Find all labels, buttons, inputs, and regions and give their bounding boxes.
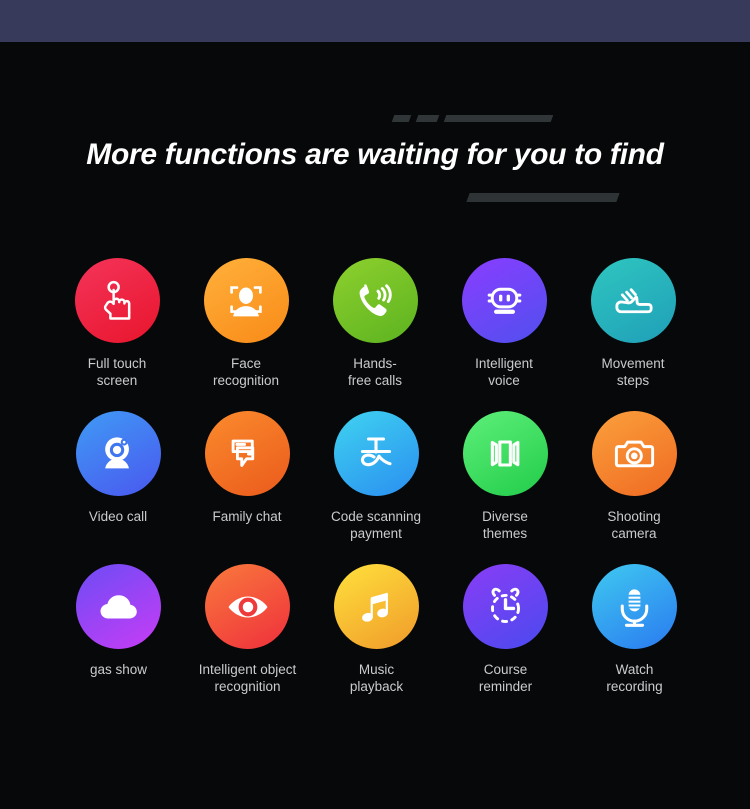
feature-item-touch-hand[interactable]: Full touch screen <box>53 258 182 389</box>
feature-label-line: screen <box>96 372 138 388</box>
touch-hand-icon <box>94 278 140 324</box>
decoration-dash-short <box>391 115 412 122</box>
decoration-dash-wide <box>466 193 620 202</box>
feature-label-line: recognition <box>214 678 281 694</box>
music-note-icon <box>354 584 399 629</box>
robot-voice-icon-circle[interactable] <box>461 258 547 343</box>
feature-label-line: reminder <box>478 678 533 694</box>
decoration-dash-long <box>443 115 554 122</box>
feature-label: Intelligent voice <box>440 356 569 389</box>
feature-label-line: voice <box>488 372 520 388</box>
feature-label: Music playback <box>312 662 441 695</box>
feature-item-carousel-themes[interactable]: Diverse themes <box>441 411 570 542</box>
alarm-clock-icon-circle[interactable] <box>463 564 548 649</box>
feature-label-line: Music <box>358 662 395 677</box>
feature-label: Family chat <box>212 509 282 524</box>
decoration-bottom <box>466 193 620 202</box>
feature-label-line: Full touch <box>87 356 147 371</box>
feature-label: Face recognition <box>182 356 311 389</box>
chat-bubble-icon-circle[interactable] <box>204 411 290 496</box>
eye-icon-circle[interactable] <box>205 564 290 649</box>
microphone-icon-circle[interactable] <box>592 564 677 649</box>
alipay-scan-icon-circle[interactable] <box>333 411 419 496</box>
feature-row: Full touch screen Face recognition Hands-f… <box>0 258 750 389</box>
feature-label: Watch recording <box>570 662 699 695</box>
feature-item-music-note[interactable]: Music playback <box>312 564 441 695</box>
feature-label: Intelligent object recognition <box>183 662 312 695</box>
carousel-themes-icon <box>482 431 528 477</box>
music-note-icon-circle[interactable] <box>334 564 419 649</box>
feature-label: Full touch screen <box>53 356 182 389</box>
microphone-icon <box>611 583 658 630</box>
feature-label-line: free calls <box>347 372 403 388</box>
feature-label-line: Shooting <box>607 509 661 524</box>
feature-label-line: themes <box>482 525 528 541</box>
carousel-themes-icon-circle[interactable] <box>462 411 548 496</box>
cloud-icon <box>95 583 143 631</box>
feature-label-line: Course <box>483 662 528 677</box>
feature-label: Video call <box>88 509 148 524</box>
feature-label: Hands-free calls <box>311 356 440 389</box>
feature-label: Course reminder <box>441 662 570 695</box>
feature-item-webcam[interactable]: Video call <box>54 411 183 526</box>
feature-item-cloud[interactable]: gas show <box>54 564 183 679</box>
face-recognition-icon <box>223 278 269 324</box>
sneaker-icon <box>610 277 657 324</box>
alipay-scan-icon <box>352 430 400 478</box>
top-bar <box>0 0 750 42</box>
chat-bubble-icon <box>224 431 270 477</box>
feature-label: Shooting camera <box>570 509 699 542</box>
feature-label-line: recording <box>606 678 663 694</box>
page-title: More functions are waiting for you to fi… <box>86 138 664 171</box>
feature-item-chat-bubble[interactable]: Family chat <box>183 411 312 526</box>
feature-label-line: Diverse <box>482 509 528 524</box>
feature-item-eye[interactable]: Intelligent object recognition <box>183 564 312 695</box>
feature-label: Code scanning payment <box>312 509 441 542</box>
feature-label-line: steps <box>616 372 650 388</box>
feature-label-line: Face <box>230 356 261 371</box>
feature-label-line: Intelligent object <box>198 662 297 677</box>
feature-item-alarm-clock[interactable]: Course reminder <box>441 564 570 695</box>
eye-icon <box>224 583 272 631</box>
decoration-top <box>391 115 554 122</box>
feature-item-camera[interactable]: Shooting camera <box>570 411 699 542</box>
feature-grid: Full touch screen Face recognition Hands-f… <box>0 258 750 695</box>
feature-label-line: camera <box>611 525 657 541</box>
cloud-icon-circle[interactable] <box>76 564 161 649</box>
alarm-clock-icon <box>482 583 529 630</box>
feature-label-line: Watch <box>615 662 654 677</box>
sneaker-icon-circle[interactable] <box>590 258 676 343</box>
feature-label: Diverse themes <box>441 509 570 542</box>
robot-voice-icon <box>481 277 528 324</box>
face-recognition-icon-circle[interactable] <box>203 258 289 343</box>
feature-item-robot-voice[interactable]: Intelligent voice <box>440 258 569 389</box>
feature-label-line: Hands- <box>353 356 397 371</box>
feature-item-microphone[interactable]: Watch recording <box>570 564 699 695</box>
feature-label-line: Movement <box>601 356 665 371</box>
webcam-icon <box>95 431 141 477</box>
feature-item-alipay-scan[interactable]: Code scanning payment <box>312 411 441 542</box>
feature-label-line: payment <box>350 525 402 541</box>
feature-label: Movement steps <box>569 356 698 389</box>
feature-row: Video call Family chat Code scanning paym… <box>2 411 750 542</box>
phone-call-icon-circle[interactable] <box>332 258 418 343</box>
decoration-dash-medium <box>415 115 440 122</box>
feature-label-line: Code scanning <box>330 509 422 524</box>
camera-icon <box>611 430 658 477</box>
feature-label-line: Intelligent <box>475 356 533 371</box>
hero-section: More functions are waiting for you to fi… <box>0 42 750 242</box>
feature-label-line: recognition <box>212 372 280 388</box>
feature-item-sneaker[interactable]: Movement steps <box>569 258 698 389</box>
touch-hand-icon-circle[interactable] <box>74 258 160 343</box>
phone-call-icon <box>351 277 399 325</box>
webcam-icon-circle[interactable] <box>75 411 161 496</box>
feature-label-line: playback <box>349 678 404 694</box>
camera-icon-circle[interactable] <box>591 411 677 496</box>
feature-row: gas show Intelligent object recognition M… <box>3 564 750 695</box>
feature-item-phone-call[interactable]: Hands-free calls <box>311 258 440 389</box>
feature-label: gas show <box>89 662 148 677</box>
feature-item-face-recognition[interactable]: Face recognition <box>182 258 311 389</box>
